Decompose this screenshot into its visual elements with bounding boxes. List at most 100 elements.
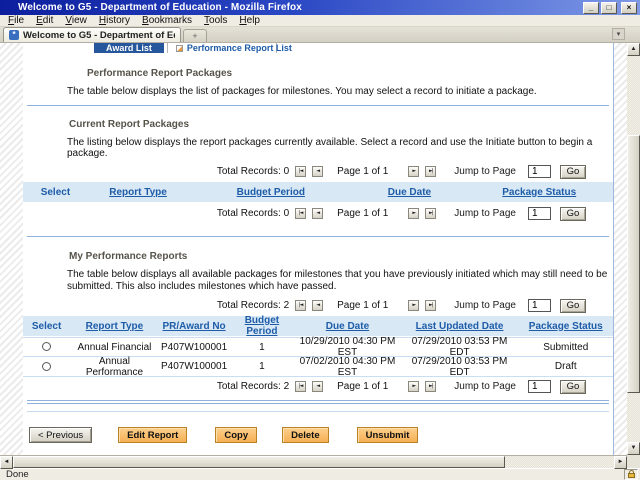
section-divider xyxy=(27,105,609,106)
last-updated-cell: 07/29/2010 03:53 PM EDT xyxy=(401,356,519,378)
horizontal-scrollbar-thumb[interactable] xyxy=(13,456,505,468)
close-button[interactable]: × xyxy=(621,2,637,14)
previous-page-button[interactable]: ◄ xyxy=(312,300,323,311)
scroll-up-button[interactable]: ▲ xyxy=(627,43,640,56)
select-cell xyxy=(23,342,70,353)
horizontal-scrollbar-row: ◄ ► xyxy=(0,455,640,468)
column-budget-period[interactable]: Budget Period xyxy=(229,315,294,337)
select-radio[interactable] xyxy=(42,342,51,351)
menu-history[interactable]: History xyxy=(93,15,136,26)
scroll-down-button[interactable]: ▼ xyxy=(627,442,640,455)
first-page-button[interactable]: |◄ xyxy=(295,381,306,392)
security-lock-icon[interactable] xyxy=(624,469,638,480)
menu-edit[interactable]: Edit xyxy=(30,15,59,26)
last-page-button[interactable]: ►| xyxy=(425,166,436,177)
current-packages-table-header: Select Report Type Budget Period Due Dat… xyxy=(23,182,613,202)
jump-to-page-input[interactable] xyxy=(528,299,551,312)
vertical-scrollbar[interactable]: ▲ ▼ xyxy=(627,43,640,455)
go-button[interactable]: Go xyxy=(560,380,586,394)
menu-view[interactable]: View xyxy=(59,15,93,26)
last-page-button[interactable]: ►| xyxy=(425,381,436,392)
browser-tab[interactable]: * Welcome to G5 - Department of Edu... xyxy=(3,27,181,42)
page-indicator: Page 1 of 1 xyxy=(337,208,388,219)
previous-button[interactable]: < Previous xyxy=(29,427,92,443)
column-pr-award-no[interactable]: PR/Award No xyxy=(159,321,230,332)
heading-current-report-packages: Current Report Packages xyxy=(69,119,613,130)
tab-label: Performance Report List xyxy=(187,44,292,53)
jump-to-page-label: Jump to Page xyxy=(454,300,516,311)
column-select: Select xyxy=(23,321,70,332)
next-page-button[interactable]: ► xyxy=(408,166,419,177)
column-last-updated-date[interactable]: Last Updated Date xyxy=(401,321,519,332)
jump-to-page-label: Jump to Page xyxy=(454,208,516,219)
column-package-status[interactable]: Package Status xyxy=(465,187,613,198)
page-tab-bar: Award List Performance Report List xyxy=(23,43,613,53)
budget-period-cell: 1 xyxy=(229,361,294,372)
tab-list-dropdown-button[interactable]: ▾ xyxy=(612,28,625,40)
column-budget-period[interactable]: Budget Period xyxy=(188,187,353,198)
jump-to-page-input[interactable] xyxy=(528,207,551,220)
vertical-scrollbar-thumb[interactable] xyxy=(627,135,640,393)
previous-page-button[interactable]: ◄ xyxy=(312,166,323,177)
go-button[interactable]: Go xyxy=(560,299,586,313)
title-bar: Welcome to G5 - Department of Education … xyxy=(0,0,640,15)
column-report-type[interactable]: Report Type xyxy=(70,321,159,332)
previous-page-button[interactable]: ◄ xyxy=(312,381,323,392)
last-page-button[interactable]: ►| xyxy=(425,208,436,219)
menu-help[interactable]: Help xyxy=(233,15,266,26)
select-radio[interactable] xyxy=(42,362,51,371)
jump-to-page-input[interactable] xyxy=(528,380,551,393)
pagination-bar: Total Records: 2 |◄ ◄ Page 1 of 1 ► ►| J… xyxy=(23,298,613,313)
menu-tools[interactable]: Tools xyxy=(198,15,233,26)
browser-tab-strip: * Welcome to G5 - Department of Edu... +… xyxy=(0,27,640,43)
my-reports-description: The table below displays all available p… xyxy=(67,269,615,293)
last-page-button[interactable]: ►| xyxy=(425,300,436,311)
column-due-date[interactable]: Due Date xyxy=(353,187,465,198)
scroll-right-button[interactable]: ► xyxy=(614,456,627,469)
page-indicator: Page 1 of 1 xyxy=(337,166,388,177)
page-indicator: Page 1 of 1 xyxy=(337,381,388,392)
jump-to-page-input[interactable] xyxy=(528,165,551,178)
minimize-button[interactable]: _ xyxy=(583,2,599,14)
previous-page-button[interactable]: ◄ xyxy=(312,208,323,219)
tab-performance-report-list[interactable]: Performance Report List xyxy=(167,43,277,53)
heading-my-performance-reports: My Performance Reports xyxy=(69,251,613,262)
select-cell xyxy=(23,361,70,372)
next-page-button[interactable]: ► xyxy=(408,381,419,392)
table-row: Annual Performance P407W100001 1 07/02/2… xyxy=(23,357,613,377)
menu-bookmarks[interactable]: Bookmarks xyxy=(136,15,198,26)
go-button[interactable]: Go xyxy=(560,207,586,221)
firefox-window: Welcome to G5 - Department of Education … xyxy=(0,0,640,480)
copy-button[interactable]: Copy xyxy=(215,427,257,443)
total-records-label: Total Records: 0 xyxy=(217,166,289,177)
page-viewport: Award List Performance Report List Perfo… xyxy=(0,43,640,455)
column-report-type[interactable]: Report Type xyxy=(88,187,188,198)
new-tab-button[interactable]: + xyxy=(183,29,207,42)
pagination-bar: Total Records: 0 |◄ ◄ Page 1 of 1 ► ►| J… xyxy=(23,206,613,221)
next-page-button[interactable]: ► xyxy=(408,208,419,219)
unsubmit-button[interactable]: Unsubmit xyxy=(357,427,419,443)
total-records-label: Total Records: 0 xyxy=(217,208,289,219)
heading-performance-report-packages: Performance Report Packages xyxy=(87,68,613,79)
column-due-date[interactable]: Due Date xyxy=(294,321,400,332)
horizontal-scrollbar[interactable]: ◄ ► xyxy=(0,455,627,468)
browser-tab-title: Welcome to G5 - Department of Edu... xyxy=(23,30,175,41)
column-package-status[interactable]: Package Status xyxy=(519,321,613,332)
first-page-button[interactable]: |◄ xyxy=(295,208,306,219)
next-page-button[interactable]: ► xyxy=(408,300,419,311)
column-select: Select xyxy=(23,187,88,198)
window-title: Welcome to G5 - Department of Education … xyxy=(18,2,581,13)
restore-button[interactable]: □ xyxy=(601,2,617,14)
scroll-left-button[interactable]: ◄ xyxy=(0,456,13,469)
status-bar: Done xyxy=(0,468,640,480)
delete-button[interactable]: Delete xyxy=(282,427,329,443)
edit-report-button[interactable]: Edit Report xyxy=(118,427,187,443)
total-records-label: Total Records: 2 xyxy=(217,381,289,392)
package-status-cell: Draft xyxy=(519,361,613,372)
menu-file[interactable]: File xyxy=(2,15,30,26)
tab-award-list[interactable]: Award List xyxy=(94,43,164,53)
first-page-button[interactable]: |◄ xyxy=(295,166,306,177)
go-button[interactable]: Go xyxy=(560,165,586,179)
table-row: Annual Financial P407W100001 1 10/29/201… xyxy=(23,337,613,357)
first-page-button[interactable]: |◄ xyxy=(295,300,306,311)
